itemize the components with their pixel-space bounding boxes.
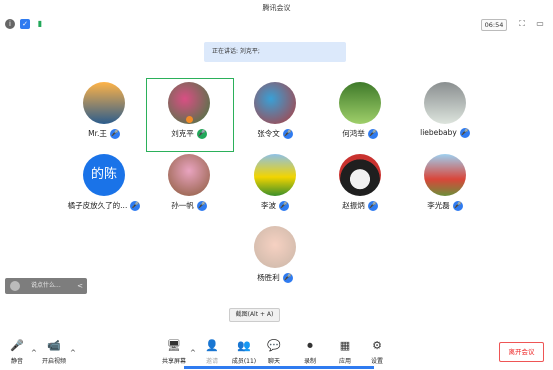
microphone-icon: 🎤 [10, 339, 24, 352]
avatar [254, 154, 296, 196]
apps-label: 应用 [338, 358, 351, 365]
invite-label: 邀请 [205, 358, 218, 365]
participant-tile[interactable]: 何鸿举 🎤 [317, 82, 403, 154]
participant-name: 橘子皮放久了的... [67, 201, 128, 210]
chat-label: 聊天 [267, 358, 280, 365]
share-screen-icon: 🖥 [167, 339, 181, 352]
screenshot-tooltip: 截图(Alt + A) [229, 308, 280, 322]
avatar [424, 154, 466, 196]
participant-name: Mr.王 [88, 129, 107, 138]
chat-button[interactable]: 💬 聊天 [260, 339, 288, 365]
participant-tile[interactable]: 刘克平 🎤 [146, 82, 232, 154]
record-icon: ⏺ [307, 339, 313, 352]
participant-name: 杨胜利 [257, 273, 280, 282]
signal-icon[interactable]: ▮ [35, 19, 45, 29]
members-icon: 👥 [237, 339, 251, 352]
members-label: 成员(11) [231, 358, 257, 365]
bottom-toolbar: 🎤 静音 ^ 📹 开启视频 ^ 🖥 共享屏幕 ^ 👤 邀请 👥 成员(11) 💬… [0, 331, 553, 370]
title-bar: 腾讯会议 [0, 0, 553, 14]
window-title: 腾讯会议 [262, 4, 291, 12]
participant-name: 何鸿举 [342, 129, 365, 138]
participant-name: 李光磊 [427, 201, 450, 210]
avatar-icon [10, 281, 20, 291]
participant-tile[interactable]: 张令文 🎤 [232, 82, 318, 154]
record-label: 录制 [303, 358, 316, 365]
participant-name: 刘克平 [171, 129, 194, 138]
participant-tile[interactable]: 杨胜利 🎤 [232, 226, 318, 298]
participant-name: 李波 [261, 201, 276, 210]
invite-icon: 👤 [205, 339, 219, 352]
microphone-icon[interactable]: 🎤 [196, 201, 207, 211]
chat-icon: 💬 [267, 339, 281, 352]
participant-tile[interactable]: liebebaby 🎤 [402, 82, 488, 154]
collapse-button[interactable]: < [77, 278, 83, 294]
participant-tile[interactable]: 赵振炳 🎤 [317, 154, 403, 226]
participant-tile[interactable]: Mr.王 🎤 [61, 82, 147, 154]
participant-tile[interactable]: 李光磊 🎤 [402, 154, 488, 226]
avatar [83, 82, 125, 124]
participant-tile[interactable]: 孙一帆 🎤 [146, 154, 232, 226]
participant-name: 张令文 [257, 129, 280, 138]
microphone-icon[interactable]: 🎤 [367, 129, 378, 139]
fullscreen-icon[interactable]: ⛶ [517, 19, 527, 29]
apps-icon: ▦ [339, 339, 351, 352]
microphone-icon[interactable]: 🎤 [367, 201, 378, 211]
microphone-icon[interactable]: 🎤 [279, 201, 289, 211]
avatar [424, 82, 466, 124]
chevron-up-icon[interactable]: ^ [70, 349, 76, 357]
status-row: i ✓ ▮ 06:54 ⛶ ▭ [0, 16, 553, 32]
avatar [339, 82, 381, 124]
video-off-icon: 📹 [47, 339, 61, 352]
chevron-up-icon[interactable]: ^ [31, 349, 37, 357]
chevron-up-icon[interactable]: ^ [190, 349, 196, 357]
avatar: 的陈 [83, 154, 125, 196]
participant-tile[interactable]: 李波 🎤 [232, 154, 318, 226]
meeting-timer: 06:54 [481, 19, 507, 31]
settings-label: 设置 [370, 358, 383, 365]
record-button[interactable]: ⏺ 录制 [296, 339, 324, 365]
video-label: 开启视频 [41, 358, 66, 365]
invite-button[interactable]: 👤 邀请 [198, 339, 226, 365]
avatar [254, 82, 296, 124]
participant-name: liebebaby [420, 128, 457, 137]
members-button[interactable]: 👥 成员(11) [230, 339, 258, 365]
layout-icon[interactable]: ▭ [535, 19, 545, 29]
host-flag-icon [186, 116, 193, 123]
speaking-banner: 正在讲话: 刘克平; [204, 42, 346, 62]
participant-name: 赵振炳 [342, 201, 365, 210]
leave-meeting-button[interactable]: 离开会议 [499, 342, 544, 362]
microphone-icon[interactable]: 🎤 [452, 201, 463, 211]
microphone-icon[interactable]: 🎤 [459, 128, 470, 138]
gear-icon: ⚙ [372, 339, 382, 352]
participant-tile[interactable]: 的陈 橘子皮放久了的... 🎤 [61, 154, 147, 226]
toolbar-indicator [184, 366, 374, 369]
video-button[interactable]: 📹 开启视频 [40, 339, 68, 365]
chat-overlay[interactable]: 说点什么... < [5, 278, 87, 294]
settings-button[interactable]: ⚙ 设置 [363, 339, 391, 365]
chat-placeholder[interactable]: 说点什么... [31, 278, 61, 294]
microphone-icon[interactable]: 🎤 [282, 273, 293, 283]
avatar [339, 154, 381, 196]
microphone-icon[interactable]: 🎤 [282, 129, 293, 139]
microphone-icon[interactable]: 🎤 [109, 129, 120, 139]
avatar [168, 154, 210, 196]
apps-button[interactable]: ▦ 应用 [331, 339, 359, 365]
share-screen-button[interactable]: 🖥 共享屏幕 [160, 339, 188, 365]
participant-name: 孙一帆 [171, 201, 194, 210]
mute-button[interactable]: 🎤 静音 [3, 339, 31, 365]
shield-icon[interactable]: ✓ [20, 19, 30, 29]
info-icon[interactable]: i [5, 19, 15, 29]
avatar [254, 226, 296, 268]
mute-label: 静音 [10, 358, 23, 365]
share-label: 共享屏幕 [161, 358, 186, 365]
microphone-icon[interactable]: 🎤 [196, 129, 207, 139]
